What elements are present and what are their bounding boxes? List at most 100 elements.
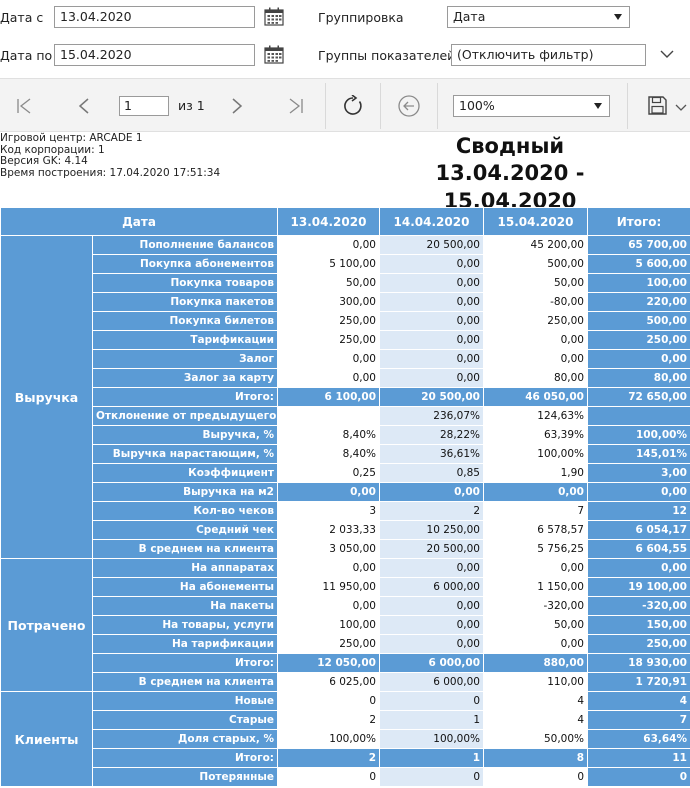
value-cell: 20 500,00: [379, 235, 484, 255]
dropdown-arrow-icon: [614, 14, 622, 20]
refresh-icon[interactable]: [342, 95, 364, 117]
total-cell: 12: [587, 501, 690, 521]
total-cell: 220,00: [587, 292, 690, 312]
value-cell: 46 050,00: [483, 387, 588, 407]
table-row: Выручка, % 8,40% 28,22% 63,39% 100,00%: [1, 425, 690, 445]
total-cell: 0,00: [587, 558, 690, 578]
table-row: Покупка товаров 50,00 0,00 50,00 100,00: [1, 273, 690, 293]
table-row: Покупка пакетов 300,00 0,00 -80,00 220,00: [1, 292, 690, 312]
row-label: Залог за карту: [92, 368, 278, 388]
toolbar-separator: [325, 83, 326, 129]
value-cell: 0,00: [483, 634, 588, 654]
save-icon[interactable]: [648, 96, 667, 115]
total-cell: 7: [587, 710, 690, 730]
next-page-icon[interactable]: [231, 98, 243, 114]
table-row: Потерянные 0 0 0 0: [1, 767, 690, 787]
meta-build-time: Время построения: 17.04.2020 17:51:34: [0, 166, 221, 179]
row-label: Выручка, %: [92, 425, 278, 445]
grouping-select[interactable]: Дата: [447, 6, 630, 28]
calendar-icon[interactable]: [264, 7, 284, 26]
zoom-select[interactable]: 100%: [453, 95, 610, 117]
value-cell: 250,00: [277, 634, 380, 654]
row-label: Коэффициент: [92, 463, 278, 483]
value-cell: 100,00%: [483, 444, 588, 464]
indicator-groups-value: (Отключить фильтр): [457, 47, 594, 62]
report-title-block: Сводный 13.04.2020 - 15.04.2020: [370, 133, 650, 215]
indicator-groups-select[interactable]: (Отключить фильтр): [451, 44, 646, 66]
back-icon[interactable]: [397, 94, 421, 118]
table-row: Клиенты Новые 0 0 4 4: [0, 691, 690, 787]
grouping-label: Группировка: [318, 10, 404, 25]
row-label: Залог: [92, 349, 278, 369]
indicator-groups-label: Группы показателей: [318, 48, 456, 63]
table-row: На абонементы 11 950,00 6 000,00 1 150,00 19…: [1, 577, 690, 597]
value-cell: 0: [483, 767, 588, 787]
value-cell: 0,00: [277, 482, 380, 502]
first-page-icon[interactable]: [16, 98, 32, 114]
value-cell: 4: [483, 710, 588, 730]
value-cell: 20 500,00: [379, 539, 484, 559]
dropdown-arrow-icon: [594, 103, 602, 109]
table-row: На товары, услуги 100,00 0,00 50,00 150,00: [1, 615, 690, 635]
table-row: В среднем на клиента 6 025,00 6 000,00 110,…: [1, 672, 690, 692]
value-cell: 0: [379, 691, 484, 711]
value-cell: 0,00: [483, 482, 588, 502]
table-row: Итого: 2 1 8 11: [1, 748, 690, 768]
value-cell: 0,00: [483, 349, 588, 369]
table-row: Потрачено На аппаратах 0,00 0,00 0,00 0,00: [0, 558, 690, 692]
value-cell: 6 578,57: [483, 520, 588, 540]
header-date: Дата: [0, 207, 278, 236]
total-cell: 145,01%: [587, 444, 690, 464]
table-row: В среднем на клиента 3 050,00 20 500,00 5 7…: [1, 539, 690, 559]
row-label: На аппаратах: [92, 558, 278, 578]
date-from-label: Дата с: [0, 10, 44, 25]
value-cell: 250,00: [277, 330, 380, 350]
value-cell: 2 033,33: [277, 520, 380, 540]
value-cell: 0,00: [277, 235, 380, 255]
row-label: Потерянные: [92, 767, 278, 787]
report-meta: Игровой центр: ARCADE 1 Код корпорации: …: [0, 132, 221, 179]
total-cell: 5 600,00: [587, 254, 690, 274]
row-label: Итого:: [92, 387, 278, 407]
calendar-icon[interactable]: [264, 45, 284, 64]
total-cell: 500,00: [587, 311, 690, 331]
page-number-input[interactable]: 1: [119, 96, 169, 116]
value-cell: 236,07%: [379, 406, 484, 426]
chevron-down-icon[interactable]: [660, 50, 674, 59]
header-col-2: 14.04.2020: [379, 207, 484, 236]
table-row: Кол-во чеков 3 2 7 12: [1, 501, 690, 521]
total-cell: 65 700,00: [587, 235, 690, 255]
value-cell: 6 100,00: [277, 387, 380, 407]
grouping-value: Дата: [453, 9, 486, 24]
value-cell: 50,00: [483, 273, 588, 293]
save-options-chevron-icon[interactable]: [675, 104, 687, 112]
value-cell: 0,00: [379, 368, 484, 388]
value-cell: 4: [483, 691, 588, 711]
total-cell: 100,00: [587, 273, 690, 293]
last-page-icon[interactable]: [288, 98, 304, 114]
value-cell: 0,00: [277, 558, 380, 578]
value-cell: 0,00: [379, 634, 484, 654]
date-to-input[interactable]: 15.04.2020: [54, 44, 255, 66]
previous-page-icon[interactable]: [78, 98, 90, 114]
date-from-input[interactable]: 13.04.2020: [54, 6, 255, 28]
value-cell: 50,00: [277, 273, 380, 293]
total-cell: 19 100,00: [587, 577, 690, 597]
value-cell: 0,00: [379, 292, 484, 312]
toolbar-separator: [380, 83, 381, 129]
row-label: Итого:: [92, 748, 278, 768]
total-cell: 4: [587, 691, 690, 711]
value-cell: 0,00: [277, 368, 380, 388]
value-cell: 5 756,25: [483, 539, 588, 559]
value-cell: 8: [483, 748, 588, 768]
value-cell: 28,22%: [379, 425, 484, 445]
table-row: Отклонение от предыдущего, % 236,07% 124,6…: [1, 406, 690, 426]
value-cell: 8,40%: [277, 425, 380, 445]
value-cell: 5 100,00: [277, 254, 380, 274]
row-label: На товары, услуги: [92, 615, 278, 635]
table-row: Выручка Пополнение балансов 0,00 20 500,00 4…: [0, 235, 690, 559]
value-cell: 45 200,00: [483, 235, 588, 255]
table-row: Средний чек 2 033,33 10 250,00 6 578,57 6 05…: [1, 520, 690, 540]
total-cell: 1 720,91: [587, 672, 690, 692]
value-cell: 0,00: [379, 615, 484, 635]
